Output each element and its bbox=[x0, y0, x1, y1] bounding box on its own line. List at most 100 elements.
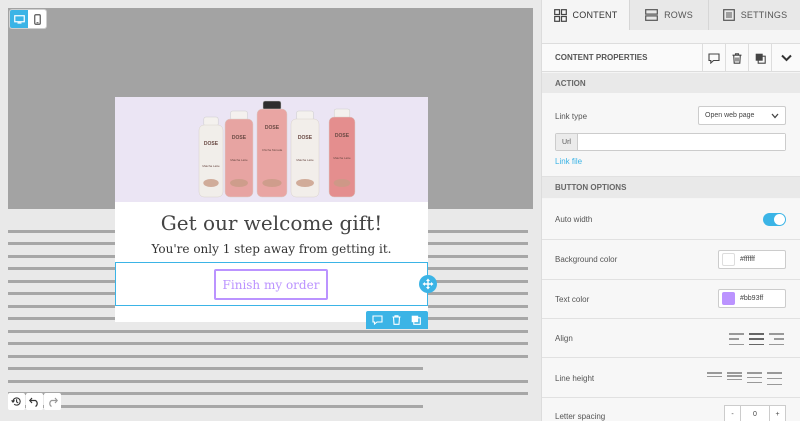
grid-icon bbox=[553, 8, 567, 22]
letter-spacing-value[interactable]: 0 bbox=[741, 406, 769, 421]
rows-icon bbox=[645, 9, 658, 21]
desktop-view-button[interactable] bbox=[10, 10, 28, 28]
bottle-cap bbox=[333, 108, 351, 119]
placeholder-line bbox=[8, 330, 528, 333]
settings-icon bbox=[722, 9, 735, 21]
redo-button[interactable] bbox=[44, 393, 61, 410]
placeholder-line bbox=[8, 380, 528, 383]
delete-button[interactable] bbox=[725, 44, 748, 72]
url-input[interactable] bbox=[578, 134, 785, 150]
bottle-illustration bbox=[262, 179, 282, 187]
background-color-field[interactable]: #ffffff bbox=[718, 250, 786, 269]
finish-order-button[interactable]: Finish my order bbox=[214, 269, 328, 300]
bottle-brand: DOSE bbox=[232, 135, 247, 141]
placeholder-line bbox=[8, 392, 528, 395]
align-left-button[interactable] bbox=[729, 333, 744, 345]
history-button[interactable] bbox=[8, 393, 25, 410]
text-color-swatch[interactable] bbox=[722, 292, 735, 305]
text-color-value: #bb93ff bbox=[740, 295, 764, 302]
move-arrows-icon bbox=[422, 278, 434, 290]
letter-spacing-label: Letter spacing bbox=[555, 412, 606, 421]
align-center-button[interactable] bbox=[749, 333, 764, 345]
mobile-icon bbox=[33, 13, 41, 25]
url-prefix: Url bbox=[556, 134, 578, 150]
collapse-button[interactable] bbox=[771, 44, 800, 72]
bottle-brand: DOSE bbox=[204, 141, 219, 147]
link-type-select[interactable]: Open web page bbox=[698, 106, 786, 125]
link-type-value: Open web page bbox=[705, 112, 755, 119]
chevron-down-icon bbox=[781, 54, 792, 62]
move-handle[interactable] bbox=[419, 275, 437, 293]
letter-spacing-decrease[interactable]: - bbox=[725, 406, 741, 421]
product-bottle: DOSE Matcha Latte bbox=[328, 108, 356, 198]
redo-icon bbox=[49, 397, 58, 407]
tab-settings-label: SETTINGS bbox=[740, 10, 788, 20]
text-color-label: Text color bbox=[555, 295, 590, 304]
button-options-header: BUTTON OPTIONS bbox=[542, 177, 800, 198]
toggle-knob bbox=[774, 214, 785, 225]
auto-width-row: Auto width bbox=[542, 199, 800, 240]
line-height-medium-button[interactable] bbox=[727, 372, 742, 380]
tab-content-label: CONTENT bbox=[572, 10, 618, 20]
history-icon bbox=[11, 397, 21, 406]
background-color-value: #ffffff bbox=[740, 256, 755, 263]
link-file-link[interactable]: Link file bbox=[555, 157, 582, 166]
product-bottles-image: DOSE Matcha Latte DOSE Matcha Latte DOSE Chic… bbox=[198, 100, 356, 198]
placeholder-line bbox=[8, 342, 528, 345]
bottle-brand: DOSE bbox=[335, 133, 350, 139]
content-properties-title: CONTENT PROPERTIES bbox=[555, 53, 648, 62]
duplicate-button[interactable] bbox=[748, 44, 771, 72]
email-subtitle: You're only 1 step away from getting it. bbox=[151, 242, 392, 256]
trash-icon bbox=[732, 52, 742, 64]
product-bottle: DOSE Matcha Latte bbox=[290, 110, 320, 198]
duplicate-button[interactable] bbox=[408, 312, 424, 328]
background-color-swatch[interactable] bbox=[722, 253, 735, 266]
placeholder-line bbox=[8, 405, 423, 408]
tab-rows[interactable]: ROWS bbox=[630, 0, 709, 30]
bottle-cap bbox=[262, 100, 282, 111]
line-height-label: Line height bbox=[555, 374, 595, 383]
duplicate-icon bbox=[755, 53, 766, 64]
bottle-flavor: Matcha Latte bbox=[230, 158, 248, 162]
product-bottle: DOSE Matcha Latte bbox=[198, 116, 224, 198]
tab-content[interactable]: CONTENT bbox=[542, 0, 630, 30]
bottle-cap bbox=[230, 110, 248, 121]
delete-button[interactable] bbox=[389, 312, 405, 328]
bottle-cap bbox=[296, 110, 314, 121]
block-toolbar bbox=[366, 311, 428, 329]
bottle-brand: DOSE bbox=[298, 135, 313, 141]
align-label: Align bbox=[555, 334, 573, 343]
action-section-header: ACTION bbox=[542, 73, 800, 93]
placeholder-line bbox=[8, 367, 423, 370]
selected-button-row[interactable]: Finish my order bbox=[115, 262, 428, 306]
auto-width-toggle[interactable] bbox=[763, 213, 786, 226]
mobile-view-button[interactable] bbox=[28, 10, 46, 28]
comment-icon bbox=[372, 315, 383, 325]
line-height-xlarge-button[interactable] bbox=[767, 372, 782, 385]
bottle-flavor: Matcha Latte bbox=[202, 164, 220, 168]
line-height-options bbox=[707, 372, 782, 385]
email-title: Get our welcome gift! bbox=[160, 211, 383, 235]
bottle-illustration bbox=[230, 179, 248, 187]
history-controls bbox=[8, 393, 61, 410]
comment-button[interactable] bbox=[702, 44, 725, 72]
text-color-field[interactable]: #bb93ff bbox=[718, 289, 786, 308]
undo-icon bbox=[29, 397, 38, 407]
undo-button[interactable] bbox=[26, 393, 43, 410]
bottle-flavor: Matcha Latte bbox=[296, 158, 314, 162]
line-height-large-button[interactable] bbox=[747, 372, 762, 383]
comment-icon bbox=[708, 52, 720, 64]
bottle-illustration bbox=[333, 179, 351, 187]
desktop-icon bbox=[13, 14, 25, 24]
letter-spacing-stepper: - 0 + bbox=[724, 405, 786, 421]
tab-settings[interactable]: SETTINGS bbox=[709, 0, 800, 30]
properties-panel: CONTENT ROWS SETTINGS CONTENT PROPERTIES… bbox=[541, 0, 800, 421]
link-type-label: Link type bbox=[555, 112, 588, 121]
letter-spacing-increase[interactable]: + bbox=[769, 406, 785, 421]
align-right-button[interactable] bbox=[769, 333, 784, 345]
line-height-small-button[interactable] bbox=[707, 372, 722, 377]
comment-button[interactable] bbox=[370, 312, 386, 328]
bottle-cap bbox=[203, 116, 219, 127]
hero-image: DOSE Matcha Latte DOSE Matcha Latte DOSE Chic… bbox=[115, 97, 428, 202]
bottle-flavor: Chicha Morada bbox=[262, 148, 283, 152]
